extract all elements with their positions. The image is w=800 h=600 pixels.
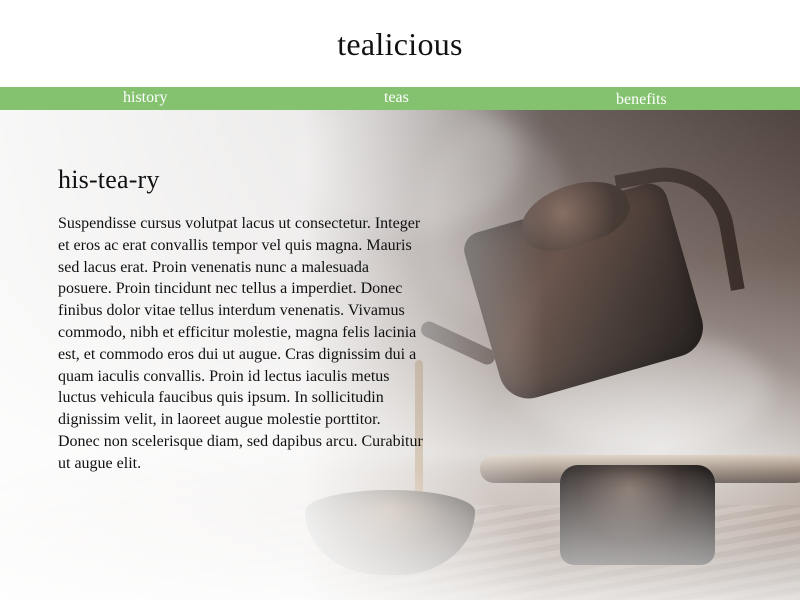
page: tealicious history teas benefits his-tea… <box>0 0 800 600</box>
main-navigation: history teas benefits <box>0 87 800 110</box>
site-header: tealicious <box>0 0 800 87</box>
nav-item-history[interactable]: history <box>123 88 167 108</box>
site-title: tealicious <box>337 26 463 62</box>
nav-item-teas[interactable]: teas <box>384 88 409 108</box>
section-body-text: Suspendisse cursus volutpat lacus ut con… <box>58 215 423 472</box>
teapot-handle-image <box>614 156 745 308</box>
section-heading: his-tea-ry <box>58 165 160 194</box>
teapot-stand-image <box>560 465 715 565</box>
nav-item-benefits[interactable]: benefits <box>616 90 667 110</box>
history-section: his-tea-ry Suspendisse cursus volutpat l… <box>58 165 428 475</box>
